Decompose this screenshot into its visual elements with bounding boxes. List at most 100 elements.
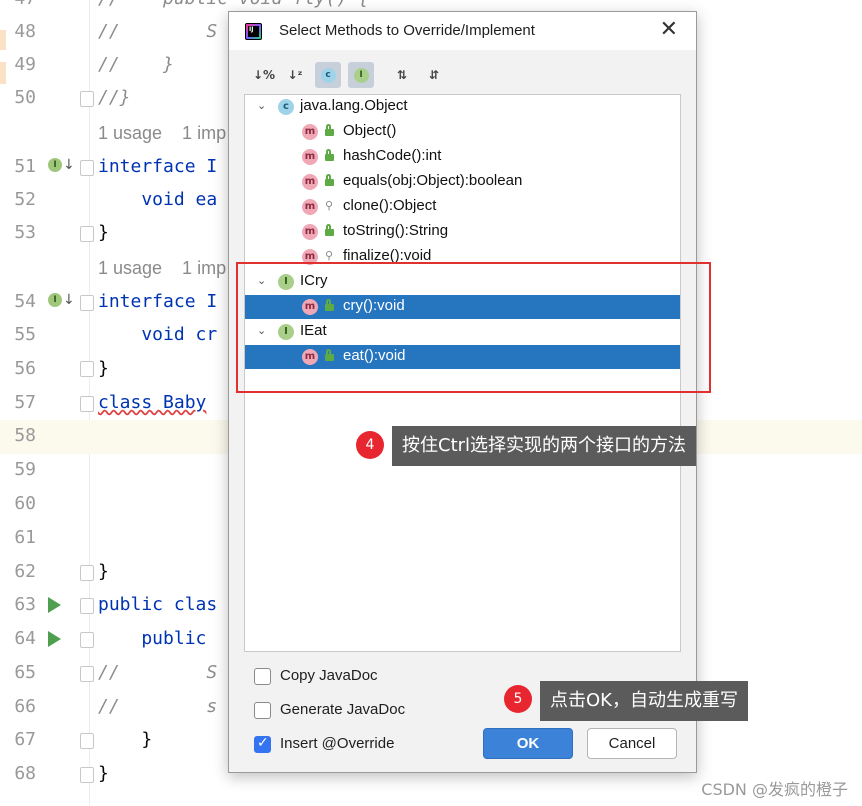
line-number: 68 xyxy=(14,763,36,784)
tree-method-item[interactable]: m Object() xyxy=(245,120,680,144)
implemented-interface-icon[interactable]: I ↓ xyxy=(48,157,75,177)
fold-marker[interactable] xyxy=(80,767,94,783)
run-icon[interactable] xyxy=(48,631,61,647)
run-icon[interactable] xyxy=(48,597,61,613)
fold-marker[interactable] xyxy=(80,226,94,242)
highlight-box xyxy=(236,262,711,393)
close-icon[interactable]: ✕ xyxy=(660,18,678,42)
fold-marker[interactable] xyxy=(80,565,94,581)
line-number: 61 xyxy=(14,527,36,548)
dialog-title-bar[interactable]: IJ Select Methods to Override/Implement … xyxy=(229,12,696,50)
sort-by-visibility-button[interactable]: ↓% xyxy=(251,62,277,88)
public-lock-icon xyxy=(325,224,334,236)
line-number: 52 xyxy=(14,189,36,210)
line-number: 67 xyxy=(14,729,36,750)
code-line[interactable]: // s xyxy=(98,696,217,717)
cancel-button[interactable]: Cancel xyxy=(587,728,677,759)
fold-marker[interactable] xyxy=(80,361,94,377)
code-line[interactable]: interface I xyxy=(98,291,217,312)
code-line[interactable]: void cr xyxy=(98,324,217,345)
step-4-badge: 4 xyxy=(356,431,384,459)
fold-marker[interactable] xyxy=(80,598,94,614)
code-line[interactable]: // S xyxy=(98,662,217,683)
method-icon: m xyxy=(302,199,318,215)
fold-marker[interactable] xyxy=(80,632,94,648)
code-line[interactable]: // public void fly() { xyxy=(98,0,369,9)
code-line[interactable]: } xyxy=(98,561,109,582)
method-label: hashCode():int xyxy=(343,147,442,164)
expand-all-button[interactable]: ⇅ xyxy=(389,62,415,88)
tree-group-label: java.lang.Object xyxy=(300,97,408,114)
code-line[interactable]: } xyxy=(98,222,109,243)
class-icon: c xyxy=(320,68,336,83)
fold-marker[interactable] xyxy=(80,666,94,682)
generate-javadoc-checkbox[interactable] xyxy=(254,702,271,719)
copy-javadoc-checkbox[interactable] xyxy=(254,668,271,685)
line-number: 53 xyxy=(14,222,36,243)
line-number: 54 xyxy=(14,291,36,312)
sort-alphabetically-button[interactable]: ↓ᶻ xyxy=(282,62,308,88)
line-number: 50 xyxy=(14,87,36,108)
fold-marker[interactable] xyxy=(80,733,94,749)
ok-button[interactable]: OK xyxy=(483,728,573,759)
method-label: toString():String xyxy=(343,222,449,239)
code-line[interactable]: //} xyxy=(98,87,131,108)
line-number: 48 xyxy=(14,21,36,42)
tree-method-item[interactable]: m ⚲ clone():Object xyxy=(245,195,680,219)
code-line[interactable]: // } xyxy=(98,54,174,75)
dialog-title: Select Methods to Override/Implement xyxy=(279,22,535,39)
line-number: 59 xyxy=(14,459,36,480)
code-line[interactable]: } xyxy=(98,729,152,750)
checkbox-label: Generate JavaDoc xyxy=(280,701,406,718)
fold-marker[interactable] xyxy=(80,396,94,412)
usage-hint[interactable]: 1 usage 1 imp xyxy=(98,123,226,144)
method-icon: m xyxy=(302,149,318,165)
change-marker xyxy=(0,30,6,50)
show-interfaces-button[interactable]: I xyxy=(348,62,374,88)
protected-key-icon: ⚲ xyxy=(325,200,334,212)
chevron-down-icon[interactable]: ⌄ xyxy=(257,99,266,112)
line-number: 55 xyxy=(14,324,36,345)
line-number: 57 xyxy=(14,392,36,413)
code-line[interactable]: void ea xyxy=(98,189,217,210)
step-5-badge: 5 xyxy=(504,685,532,713)
public-lock-icon xyxy=(325,174,334,186)
line-number: 56 xyxy=(14,358,36,379)
insert-override-checkbox[interactable] xyxy=(254,735,271,753)
change-marker xyxy=(0,62,6,84)
collapse-all-button[interactable]: ⇵ xyxy=(421,62,447,88)
usage-hint[interactable]: 1 usage 1 imp xyxy=(98,258,226,279)
code-line[interactable]: public xyxy=(98,628,206,649)
fold-marker[interactable] xyxy=(80,91,94,107)
tree-method-item[interactable]: m equals(obj:Object):boolean xyxy=(245,170,680,194)
public-lock-icon xyxy=(325,149,334,161)
line-number: 47 xyxy=(10,0,36,9)
line-number: 64 xyxy=(14,628,36,649)
method-icon: m xyxy=(302,174,318,190)
checkbox-label: Copy JavaDoc xyxy=(280,667,378,684)
code-line[interactable]: interface I xyxy=(98,156,217,177)
class-icon: c xyxy=(278,99,294,115)
code-line[interactable]: class Baby xyxy=(98,392,206,413)
show-classes-button[interactable]: c xyxy=(315,62,341,88)
line-number: 60 xyxy=(14,493,36,514)
tree-group-object[interactable]: ⌄ c java.lang.Object xyxy=(245,95,680,119)
code-line[interactable]: public clas xyxy=(98,594,217,615)
tree-method-item[interactable]: m hashCode():int xyxy=(245,145,680,169)
code-line[interactable]: // S xyxy=(98,21,217,42)
fold-marker[interactable] xyxy=(80,160,94,176)
code-line[interactable]: } xyxy=(98,763,109,784)
tree-method-item[interactable]: m toString():String xyxy=(245,220,680,244)
protected-key-icon: ⚲ xyxy=(325,250,334,262)
intellij-logo-icon: IJ xyxy=(245,23,262,40)
line-number: 51 xyxy=(14,156,36,177)
code-line[interactable]: } xyxy=(98,358,109,379)
line-number: 62 xyxy=(14,561,36,582)
interface-icon: I xyxy=(353,68,369,83)
fold-marker[interactable] xyxy=(80,295,94,311)
method-label: clone():Object xyxy=(343,197,437,214)
public-lock-icon xyxy=(325,124,334,136)
implemented-interface-icon[interactable]: I ↓ xyxy=(48,292,75,312)
line-number: 49 xyxy=(14,54,36,75)
step-5-callout: 点击OK，自动生成重写 xyxy=(540,681,748,721)
